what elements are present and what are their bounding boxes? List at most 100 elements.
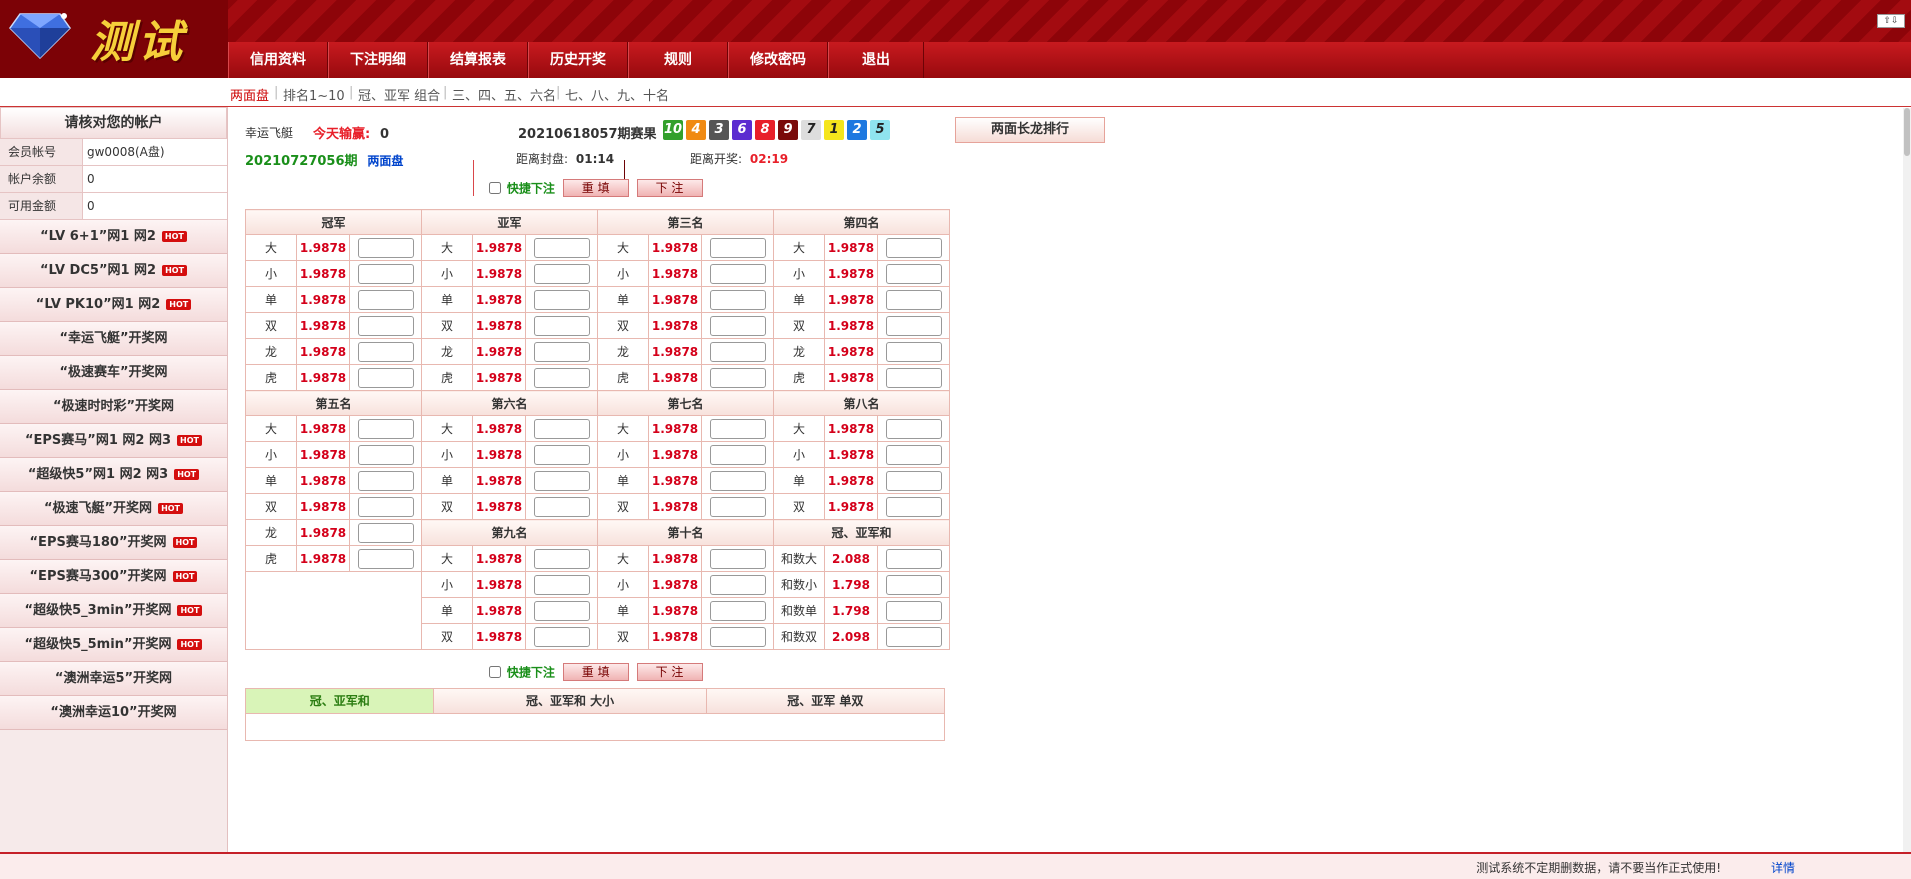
scroll-toggle-icon[interactable]: ⇧⇩ [1877, 14, 1905, 28]
long-dragon-rank-button[interactable]: 两面长龙排行 [955, 117, 1105, 143]
bet-amount-input[interactable] [709, 289, 766, 310]
bet-table: 冠军 亚军 第三名 第四名大 1.9878 大 1.9878 大 1.9878 大 1.9878 小 1… [245, 209, 950, 650]
submit-bet-button[interactable]: 下 注 [636, 663, 703, 681]
quick-bet-bar-bottom: 快捷下注 重 填 下 注 [489, 663, 703, 683]
bet-amount-input[interactable] [533, 444, 590, 465]
sidebar-link-item[interactable]: “超级快5_3min”开奖网 HOT [0, 594, 227, 628]
details-link[interactable]: 详情 [1771, 859, 1795, 876]
bet-amount-input[interactable] [709, 548, 766, 569]
bet-amount-input[interactable] [709, 600, 766, 621]
subnav-item-1[interactable]: 排名1~10 [283, 85, 345, 104]
bet-amount-input[interactable] [885, 263, 942, 284]
bet-amount-input[interactable] [885, 470, 942, 491]
bet-amount-input[interactable] [709, 237, 766, 258]
bet-amount-input[interactable] [709, 574, 766, 595]
bet-amount-input[interactable] [885, 600, 942, 621]
bet-amount-input[interactable] [885, 444, 942, 465]
bet-amount-input[interactable] [533, 574, 590, 595]
bet-amount-input[interactable] [885, 237, 942, 258]
tab-1[interactable]: 冠、亚军和 大小 [434, 689, 707, 713]
bet-amount-input[interactable] [533, 367, 590, 388]
bet-amount-input[interactable] [357, 418, 414, 439]
submit-bet-button[interactable]: 下 注 [636, 179, 703, 197]
bet-amount-input[interactable] [357, 263, 414, 284]
bet-amount-input[interactable] [533, 263, 590, 284]
scrollbar-thumb[interactable] [1904, 108, 1910, 156]
bet-amount-input[interactable] [709, 444, 766, 465]
bet-amount-input[interactable] [533, 600, 590, 621]
sidebar-link-item[interactable]: “LV 6+1”网1 网2 HOT [0, 220, 227, 254]
bet-amount-input[interactable] [357, 341, 414, 362]
subnav-item-0[interactable]: 两面盘 [230, 85, 269, 104]
bet-amount-input[interactable] [533, 237, 590, 258]
sidebar-link-item[interactable]: “LV DC5”网1 网2 HOT [0, 254, 227, 288]
bet-amount-input[interactable] [885, 418, 942, 439]
bet-amount-input[interactable] [709, 470, 766, 491]
bet-amount-input[interactable] [885, 289, 942, 310]
bet-amount-input[interactable] [885, 496, 942, 517]
bet-amount-input[interactable] [357, 496, 414, 517]
sidebar-link-item[interactable]: “极速赛车”开奖网 [0, 356, 227, 390]
sidebar-link-item[interactable]: “EPS赛马300”开奖网 HOT [0, 560, 227, 594]
vertical-scrollbar[interactable] [1903, 108, 1911, 852]
tab-2[interactable]: 冠、亚军 单双 [706, 689, 944, 713]
bet-amount-input[interactable] [357, 289, 414, 310]
reset-button[interactable]: 重 填 [562, 179, 629, 197]
bet-amount-input[interactable] [533, 626, 590, 647]
bet-amount-input[interactable] [709, 367, 766, 388]
subnav-item-2[interactable]: 冠、亚军 组合 [358, 85, 440, 104]
bet-amount-input[interactable] [357, 470, 414, 491]
bet-amount-input[interactable] [885, 315, 942, 336]
subnav-item-4[interactable]: 七、八、九、十名 [565, 85, 669, 104]
sidebar-link-item[interactable]: “澳洲幸运5”开奖网 [0, 662, 227, 696]
bet-amount-input[interactable] [533, 496, 590, 517]
bet-amount-input[interactable] [709, 626, 766, 647]
nav-item-4[interactable]: 历史开奖 [528, 42, 628, 78]
sidebar-link-item[interactable]: “澳洲幸运10”开奖网 [0, 696, 227, 730]
sidebar-link-item[interactable]: “极速飞艇”开奖网 HOT [0, 492, 227, 526]
sidebar-link-item[interactable]: “LV PK10”网1 网2 HOT [0, 288, 227, 322]
bet-amount-input[interactable] [533, 315, 590, 336]
quick-bet-checkbox[interactable] [489, 666, 501, 678]
sidebar-link-item[interactable]: “EPS赛马180”开奖网 HOT [0, 526, 227, 560]
bet-amount-input[interactable] [533, 548, 590, 569]
bet-amount-input[interactable] [709, 341, 766, 362]
bet-amount-input[interactable] [357, 444, 414, 465]
subnav-item-3[interactable]: 三、四、五、六名 [452, 85, 556, 104]
bet-amount-input[interactable] [357, 522, 414, 543]
sidebar-link-item[interactable]: “幸运飞艇”开奖网 [0, 322, 227, 356]
sidebar-link-item[interactable]: “超级快5”网1 网2 网3 HOT [0, 458, 227, 492]
bet-amount-input[interactable] [357, 315, 414, 336]
sidebar-link-item[interactable]: “极速时时彩”开奖网 [0, 390, 227, 424]
bet-amount-input[interactable] [533, 289, 590, 310]
bet-amount-input[interactable] [533, 470, 590, 491]
bet-amount-cell [525, 234, 598, 261]
bet-amount-cell [525, 338, 598, 365]
tab-0[interactable]: 冠、亚军和 [246, 689, 435, 713]
bet-amount-input[interactable] [885, 574, 942, 595]
bet-amount-input[interactable] [885, 341, 942, 362]
bet-amount-input[interactable] [533, 418, 590, 439]
nav-item-6[interactable]: 修改密码 [728, 42, 828, 78]
bet-amount-input[interactable] [709, 263, 766, 284]
nav-item-3[interactable]: 结算报表 [428, 42, 528, 78]
nav-item-2[interactable]: 下注明细 [328, 42, 428, 78]
nav-item-5[interactable]: 规则 [628, 42, 728, 78]
bet-amount-input[interactable] [885, 626, 942, 647]
sidebar-link-item[interactable]: “EPS赛马”网1 网2 网3 HOT [0, 424, 227, 458]
bet-amount-input[interactable] [357, 367, 414, 388]
nav-item-7[interactable]: 退出 [828, 42, 924, 78]
section-header-row: 第五名 第六名 第七名 第八名 [245, 390, 950, 416]
bet-amount-input[interactable] [709, 315, 766, 336]
sidebar-link-item[interactable]: “超级快5_5min”开奖网 HOT [0, 628, 227, 662]
bet-amount-input[interactable] [533, 341, 590, 362]
bet-amount-input[interactable] [357, 237, 414, 258]
bet-amount-input[interactable] [885, 548, 942, 569]
reset-button[interactable]: 重 填 [562, 663, 629, 681]
bet-amount-input[interactable] [709, 418, 766, 439]
bet-amount-input[interactable] [709, 496, 766, 517]
bet-amount-input[interactable] [885, 367, 942, 388]
bet-amount-input[interactable] [357, 548, 414, 569]
quick-bet-checkbox[interactable] [489, 182, 501, 194]
nav-item-1[interactable]: 信用资料 [228, 42, 328, 78]
